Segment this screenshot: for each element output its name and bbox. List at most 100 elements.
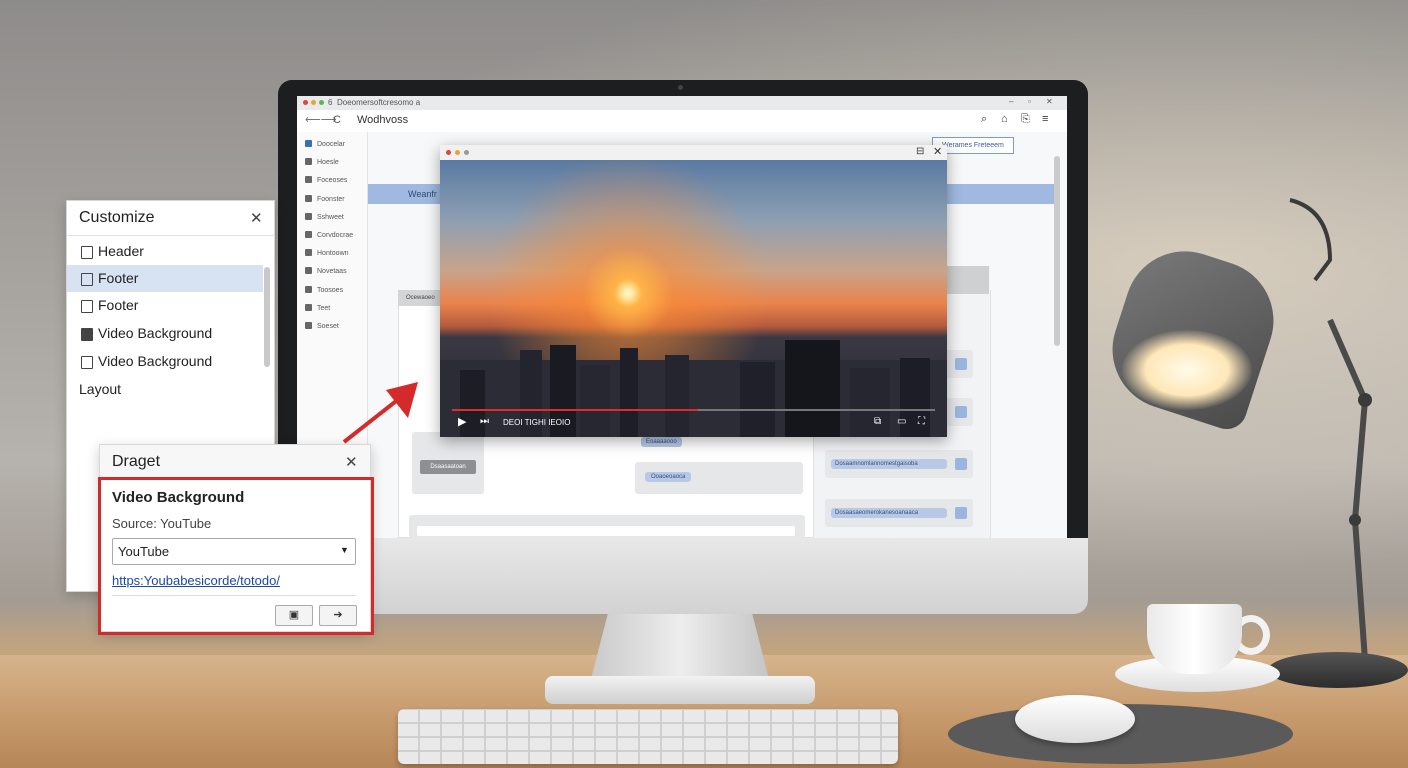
window-maximize-icon[interactable]: ▫ — [1028, 97, 1031, 106]
sliders-icon — [305, 176, 312, 184]
maximize-dot-icon[interactable] — [319, 100, 324, 105]
sidebar-item-label: Hontoown — [317, 250, 349, 258]
customize-item-label: Video Background — [98, 325, 213, 341]
apply-button[interactable]: ➔ — [319, 605, 357, 626]
source-select[interactable]: YouTube ▼ — [112, 538, 356, 565]
save-button[interactable]: ▣ — [275, 605, 313, 626]
draget-title: Draget — [112, 453, 161, 470]
fullscreen-icon[interactable]: ⛶ — [918, 416, 925, 427]
url-input[interactable]: Wodhvoss — [357, 114, 408, 126]
page-icon — [81, 273, 93, 286]
theater-icon[interactable]: ▭ — [897, 416, 906, 427]
close-icon[interactable]: ✕ — [933, 145, 942, 158]
browser-titlebar: 6 Doeomersoftcresomo a – ▫ ✕ — [297, 96, 1067, 110]
panel-header-text: Ocewaoeo — [406, 295, 435, 301]
tools-icon — [305, 212, 312, 220]
chevron-down-icon: ▼ — [340, 545, 349, 555]
option-row-4: Dosaasaeomerokanesoanaaca — [825, 499, 973, 527]
monitor-screen: 6 Doeomersoftcresomo a – ▫ ✕ ⟵⟶ C Wodhvo… — [297, 96, 1067, 538]
search-icon[interactable]: ⌕ — [981, 113, 987, 126]
close-dot-icon[interactable] — [303, 100, 308, 105]
next-icon[interactable]: ⏭ — [480, 416, 489, 427]
draget-header: Draget ✕ — [100, 445, 370, 479]
mid-card: Ooaoeoaoca — [635, 462, 803, 494]
row-pill[interactable]: Dosaamnomlannomestgaisoba — [831, 459, 947, 469]
monitor-foot — [545, 676, 815, 704]
film-icon — [81, 328, 93, 341]
minimize-dot-icon[interactable] — [455, 150, 460, 155]
checkbox[interactable] — [955, 406, 967, 418]
square-icon — [81, 356, 93, 369]
close-dot-icon[interactable] — [446, 150, 451, 155]
sidebar-item-label: Hoesle — [317, 159, 339, 167]
shield-icon — [305, 140, 312, 147]
pill-mid[interactable]: Ooaoeoaoca — [645, 472, 692, 482]
browser-tab[interactable]: Doeomersoftcresomo a — [337, 98, 420, 107]
video-url-link[interactable]: https:Youbabesicorde/totodo/ — [112, 573, 280, 588]
divider — [112, 595, 356, 596]
gray-button[interactable]: Dsaasaatoan — [420, 460, 476, 474]
back-forward-icon[interactable]: ⟵⟶ — [305, 113, 337, 126]
banner-text: Weanfr — [408, 189, 437, 199]
address-bar: ⟵⟶ C Wodhvoss ⌕ ⌂ ⎘ ≡ — [297, 110, 1067, 133]
play-icon[interactable]: ▶ — [458, 415, 466, 428]
gear-icon — [305, 194, 312, 202]
video-window: ⊟ ✕ ▶ ⏭ DEOI TIGHI IEOIO ⧉ ▭ ⛶ — [440, 145, 947, 437]
customize-item-footer-2[interactable]: Footer — [67, 292, 263, 319]
window-close-icon[interactable]: ✕ — [1046, 97, 1053, 106]
sidebar-item[interactable]: Doocelar — [305, 140, 345, 148]
video-player[interactable]: ▶ ⏭ DEOI TIGHI IEOIO ⧉ ▭ ⛶ — [440, 160, 947, 437]
sidebar-item[interactable]: Soeset — [305, 322, 339, 330]
minimize-dot-icon[interactable] — [311, 100, 316, 105]
menu-icon[interactable]: ≡ — [1042, 113, 1048, 125]
customize-scrollbar[interactable] — [264, 267, 270, 367]
row-pill[interactable]: Dosaasaeomerokanesoanaaca — [831, 508, 947, 518]
sidebar-item[interactable]: Sshweet — [305, 212, 344, 221]
close-icon[interactable]: ✕ — [250, 209, 263, 227]
sidebar-item-label: Teet — [317, 304, 331, 312]
save-icon: ▣ — [288, 609, 300, 621]
page-scrollbar[interactable] — [1054, 156, 1060, 346]
checkbox[interactable] — [955, 458, 967, 470]
customize-item-video-background-2[interactable]: Video Background — [67, 348, 263, 375]
close-icon[interactable]: ✕ — [345, 453, 358, 471]
sidebar-item[interactable]: Hontoown — [305, 249, 349, 257]
customize-item-header[interactable]: Header — [67, 238, 263, 265]
source-label: Source: YouTube — [112, 516, 212, 531]
sidebar-item[interactable]: Novetaas — [305, 267, 347, 275]
checkbox[interactable] — [955, 507, 967, 519]
customize-item-label: Footer — [98, 297, 139, 313]
page-icon — [81, 246, 93, 259]
camera-icon — [678, 85, 683, 90]
sidebar-item[interactable]: Foonster — [305, 194, 345, 203]
option-row-3: Dosaamnomlannomestgaisoba — [825, 450, 973, 478]
pip-icon[interactable]: ⊟ — [916, 146, 924, 157]
sidebar-item[interactable]: Foceoses — [305, 176, 347, 184]
bookmark-icon[interactable]: ⎘ — [1021, 113, 1030, 126]
customize-item-layout[interactable]: Layout — [67, 376, 263, 403]
home-icon[interactable]: ⌂ — [1001, 113, 1008, 125]
reload-icon[interactable]: C — [333, 114, 341, 126]
bottom-input[interactable] — [417, 526, 795, 536]
customize-title: Customize — [79, 209, 155, 226]
grid-icon — [305, 249, 312, 257]
sidebar-item[interactable]: Hoesle — [305, 158, 339, 166]
window-minimize-icon[interactable]: – — [1009, 97, 1013, 106]
sidebar-item-label: Corvdocrae — [317, 232, 354, 239]
page-icon — [305, 231, 312, 238]
captions-icon[interactable]: ⧉ — [874, 416, 881, 427]
pill-left[interactable]: Eoaaaaooo — [641, 437, 682, 447]
sidebar-item[interactable]: Corvdocrae — [305, 231, 353, 239]
customize-item-label: Header — [98, 243, 144, 259]
sidebar-item[interactable]: Toosoes — [305, 285, 344, 294]
customize-item-footer[interactable]: Footer — [67, 265, 263, 292]
mouse — [1015, 695, 1135, 743]
progress-fill — [452, 409, 699, 411]
sidebar-item-label: Toosoes — [317, 286, 344, 294]
sidebar-item[interactable]: Teet — [305, 303, 331, 312]
sidebar-item-label: Novetaas — [317, 268, 347, 276]
customize-item-video-background[interactable]: Video Background — [67, 320, 263, 347]
sidebar-item-label: Foceoses — [317, 177, 348, 185]
maximize-dot-icon[interactable] — [464, 150, 469, 155]
checkbox[interactable] — [955, 358, 967, 370]
